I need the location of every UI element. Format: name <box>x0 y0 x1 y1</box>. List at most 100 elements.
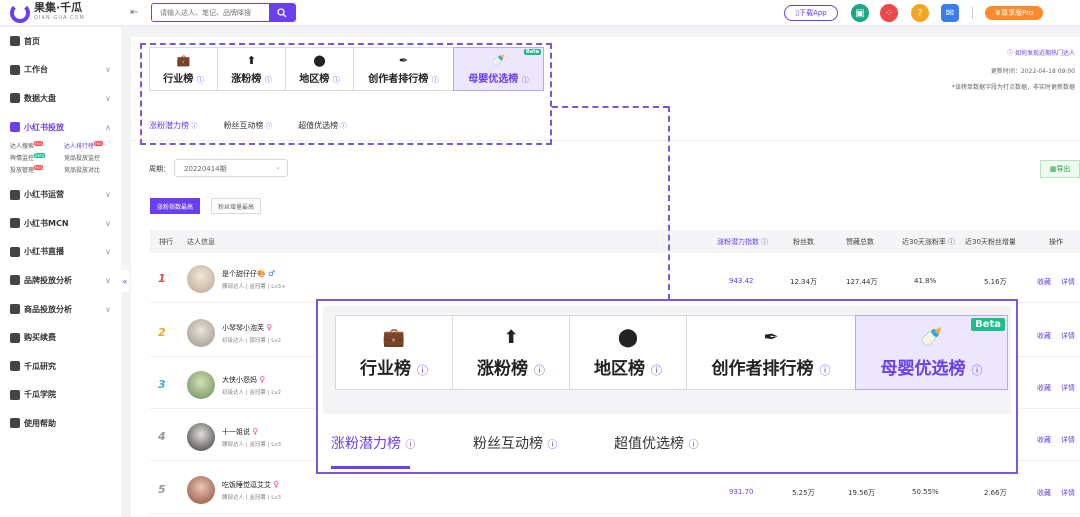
export-button[interactable]: ▦ 导出 <box>1040 160 1080 178</box>
connector-line <box>552 106 669 108</box>
sidebar-submenu: 达人搜索Hot 达人排行榜Hot 舆情监控Beta 竞品投放监控 投放管理Hot… <box>0 141 121 174</box>
sort-growth-index-button[interactable]: 涨粉指数最高 <box>150 198 201 214</box>
gift-icon[interactable]: ▣ <box>851 4 869 22</box>
zoom-tab-growth-potential[interactable]: 涨粉潜力榜 ⓘ <box>331 433 415 453</box>
top-bar: 果集·千瓜 QIAN-GUA.COM ⇤ ▯ 下载App ▣ ⁘ ? ✉ ♛ 尊… <box>0 0 1080 26</box>
search-button[interactable] <box>269 4 295 21</box>
table-row: 1 是个甜仔仔🎨 ♂ 腰部达人 | 金冠薯 | Lv3+ 943.42 12.3… <box>150 255 1080 303</box>
submenu-kol-search[interactable]: 达人搜索Hot <box>10 141 64 150</box>
col-growth-index[interactable]: 涨粉潜力指数 ⓘ <box>717 237 768 247</box>
sort-fan-gain-button[interactable]: 粉丝增量最高 <box>211 198 262 214</box>
avatar[interactable] <box>187 371 215 399</box>
sidebar-item-academy[interactable]: 千瓜学院 <box>0 381 121 410</box>
download-app-button[interactable]: ▯ 下载App <box>784 5 838 21</box>
sidebar-item-renew[interactable]: 购买续费 <box>0 323 121 352</box>
help-icon <box>10 418 20 429</box>
kol-name[interactable]: 小琴琴小泡芙 ♀ <box>222 323 272 333</box>
mail-icon[interactable]: ✉ <box>941 4 959 22</box>
avatar[interactable] <box>187 476 215 504</box>
submenu-ad-manage[interactable]: 投放管理Hot <box>10 165 64 174</box>
question-icon[interactable]: ? <box>911 4 929 22</box>
col-likes[interactable]: 赞藏总数 <box>846 237 874 247</box>
sidebar-item-dashboard[interactable]: 数据大盘 ∨ <box>0 84 121 113</box>
search-box <box>151 3 296 22</box>
pro-upgrade-button[interactable]: ♛ 尊享版Pro <box>985 6 1043 20</box>
chevron-down-icon: ∨ <box>105 247 111 257</box>
details-button[interactable]: 详情 <box>1061 488 1075 498</box>
col-30d-rate[interactable]: 近30天涨粉率 ⓘ <box>902 237 955 247</box>
female-icon: ♀ <box>252 427 259 436</box>
kol-name[interactable]: 十一姐说 ♀ <box>222 427 258 437</box>
details-button[interactable]: 详情 <box>1061 435 1075 445</box>
submenu-competitor-monitor[interactable]: 竞品投放监控 <box>64 153 118 162</box>
sidebar-item-product-analysis[interactable]: 商品投放分析 ∨ <box>0 295 121 324</box>
submenu-competitor-compare[interactable]: 竞品投放对比 <box>64 165 118 174</box>
sidebar-item-brand-analysis[interactable]: 品牌投放分析 ∨ <box>0 266 121 295</box>
zoom-tab-fan-interaction[interactable]: 粉丝互动榜 ⓘ <box>473 433 557 453</box>
sidebar-collapse-icon[interactable]: « <box>121 270 129 292</box>
zoom-tab-region[interactable]: ⬤ 地区榜 ⓘ <box>569 315 687 390</box>
sidebar-item-xhs-mcn[interactable]: 小红书MCN ∨ <box>0 209 121 238</box>
menu-collapse-icon[interactable]: ⇤ <box>130 7 138 18</box>
avatar[interactable] <box>187 319 215 347</box>
zoom-ranking-tabs: 💼 行业榜 ⓘ ⬆ 涨粉榜 ⓘ ⬤ 地区榜 ⓘ ✒ 创作者排行榜 ⓘ Beta 🍼 母婴优选… <box>335 315 1008 390</box>
fans-count: 12.34万 <box>790 278 818 286</box>
apps-icon[interactable]: ⁘ <box>880 4 898 22</box>
sidebar-item-xhs-ops[interactable]: 小红书运营 ∨ <box>0 180 121 209</box>
calendar-icon <box>10 189 20 200</box>
submenu-kol-ranking[interactable]: 达人排行榜Hot <box>64 141 118 150</box>
chevron-down-icon: ∨ <box>105 93 111 103</box>
search-icon <box>277 7 287 17</box>
search-input[interactable] <box>152 4 269 21</box>
chevron-up-icon: ∧ <box>105 122 111 132</box>
map-pin-icon: ⬤ <box>617 326 639 348</box>
favorite-button[interactable]: 收藏 <box>1037 277 1051 287</box>
beta-badge: Beta <box>34 153 46 159</box>
sidebar-item-help[interactable]: 使用帮助 <box>0 409 121 438</box>
sidebar-item-xhs-ads[interactable]: 小红书投放 ∧ <box>0 113 121 142</box>
hot-badge: Hot <box>34 165 44 171</box>
likes-count: 127.44万 <box>846 278 878 286</box>
avatar[interactable] <box>187 265 215 293</box>
kol-name[interactable]: 吃饭睡觉逗艾艾 ♀ <box>222 480 279 490</box>
details-button[interactable]: 详情 <box>1061 331 1075 341</box>
zoom-tabs-area: 💼 行业榜 ⓘ ⬆ 涨粉榜 ⓘ ⬤ 地区榜 ⓘ ✒ 创作者排行榜 ⓘ Beta 🍼 母婴优选… <box>323 306 1011 414</box>
connector-line <box>668 106 670 300</box>
kol-name[interactable]: 大侠小怨妈 ♀ <box>222 375 265 385</box>
details-button[interactable]: 详情 <box>1061 277 1075 287</box>
fan-gain: 5.16万 <box>984 278 1007 286</box>
submenu-sentiment[interactable]: 舆情监控Beta <box>10 153 64 162</box>
briefcase-icon <box>10 275 20 286</box>
zoom-tab-industry[interactable]: 💼 行业榜 ⓘ <box>335 315 453 390</box>
sidebar-item-home[interactable]: 首页 <box>0 27 121 56</box>
favorite-button[interactable]: 收藏 <box>1037 331 1051 341</box>
likes-count: 19.56万 <box>848 489 876 497</box>
sidebar-item-research[interactable]: 千瓜研究 <box>0 352 121 381</box>
logo-subtitle: QIAN-GUA.COM <box>34 15 85 21</box>
logo[interactable]: 果集·千瓜 QIAN-GUA.COM <box>10 1 85 23</box>
col-fans[interactable]: 粉丝数 <box>793 237 814 247</box>
folder-icon <box>10 122 20 133</box>
favorite-button[interactable]: 收藏 <box>1037 435 1051 445</box>
sidebar: 首页 工作台 ∨ 数据大盘 ∨ 小红书投放 ∧ 达人搜索Hot 达人排行榜Hot 舆情… <box>0 27 121 517</box>
zoom-tab-fans-growth[interactable]: ⬆ 涨粉榜 ⓘ <box>452 315 570 390</box>
sidebar-item-xhs-live[interactable]: 小红书直播 ∨ <box>0 238 121 267</box>
favorite-button[interactable]: 收藏 <box>1037 488 1051 498</box>
period-select[interactable]: 20220414期 ⌄ <box>174 159 288 177</box>
zoom-tab-baby-select[interactable]: Beta 🍼 母婴优选榜 ⓘ <box>855 315 1008 390</box>
growth-rate: 41.8% <box>914 277 937 285</box>
help-link[interactable]: ⓘ 如何发现近期热门达人 <box>1007 48 1075 57</box>
hot-badge: Hot <box>34 141 44 147</box>
logo-title: 果集·千瓜 <box>34 1 83 14</box>
favorite-button[interactable]: 收藏 <box>1037 383 1051 393</box>
col-30d-gain[interactable]: 近30天粉丝增量 <box>965 237 1016 247</box>
female-icon: ♀ <box>273 480 280 489</box>
details-button[interactable]: 详情 <box>1061 383 1075 393</box>
zoom-tab-value-select[interactable]: 超值优选榜 ⓘ <box>614 433 698 453</box>
sidebar-item-workbench[interactable]: 工作台 ∨ <box>0 56 121 85</box>
info-icon: ⓘ <box>416 363 428 377</box>
info-icon: ⓘ <box>533 363 545 377</box>
kol-name[interactable]: 是个甜仔仔🎨 ♂ <box>222 269 275 279</box>
avatar[interactable] <box>187 423 215 451</box>
zoom-tab-creator-ranking[interactable]: ✒ 创作者排行榜 ⓘ <box>686 315 856 390</box>
